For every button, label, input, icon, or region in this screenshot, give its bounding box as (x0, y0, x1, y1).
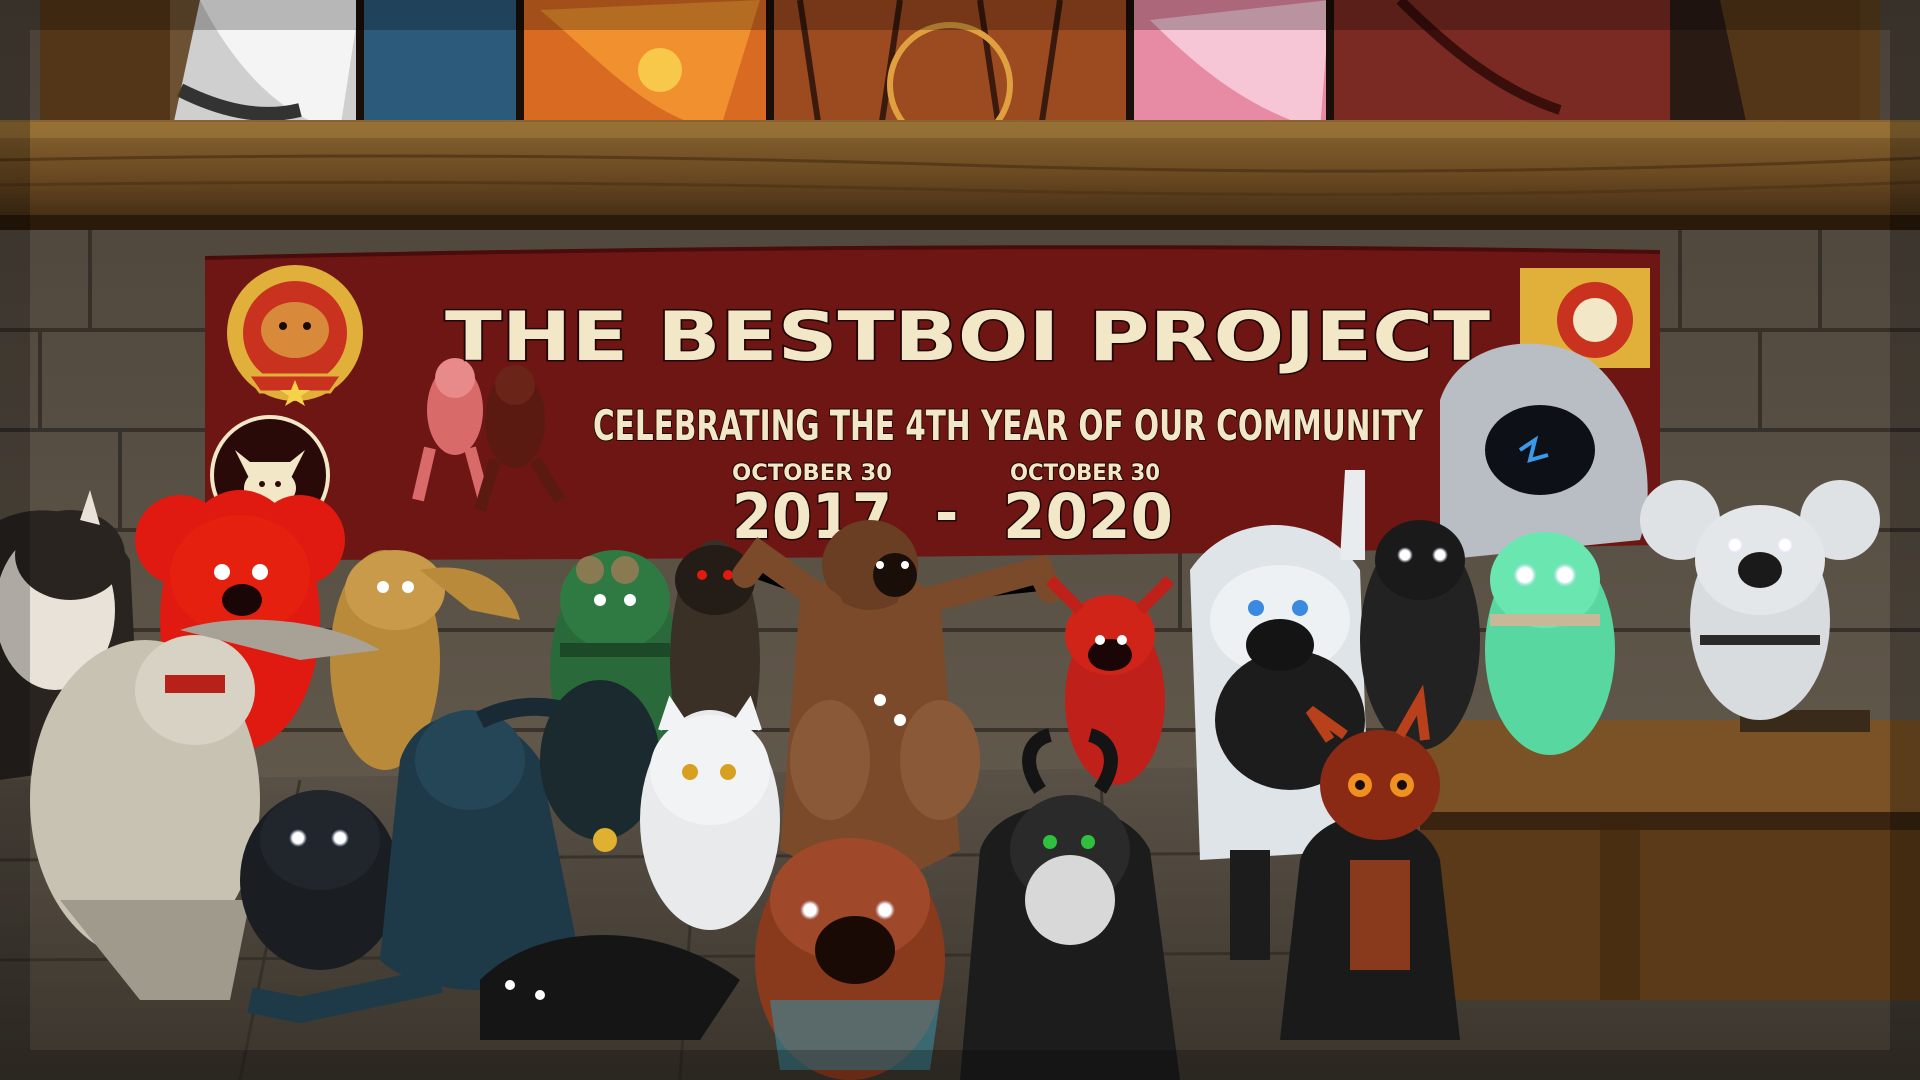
wooden-table (1420, 710, 1920, 1000)
wooden-beam (0, 120, 1920, 230)
avatar-mint-teddy (1485, 532, 1615, 755)
banner-end-year: 2020 (1003, 480, 1173, 553)
banner-year-separator: - (935, 481, 958, 546)
vr-group-photo-scene: THE BESTBOI PROJECT CELEBRATING THE 4TH … (0, 0, 1920, 1080)
avatar-brown-front (755, 838, 945, 1080)
scene-canvas: THE BESTBOI PROJECT CELEBRATING THE 4TH … (0, 0, 1920, 1080)
banner-title: THE BESTBOI PROJECT (445, 298, 1491, 377)
banner-subtitle: CELEBRATING THE 4TH YEAR OF OUR COMMUNIT… (593, 401, 1423, 450)
avatar-dark-koala (240, 790, 400, 970)
